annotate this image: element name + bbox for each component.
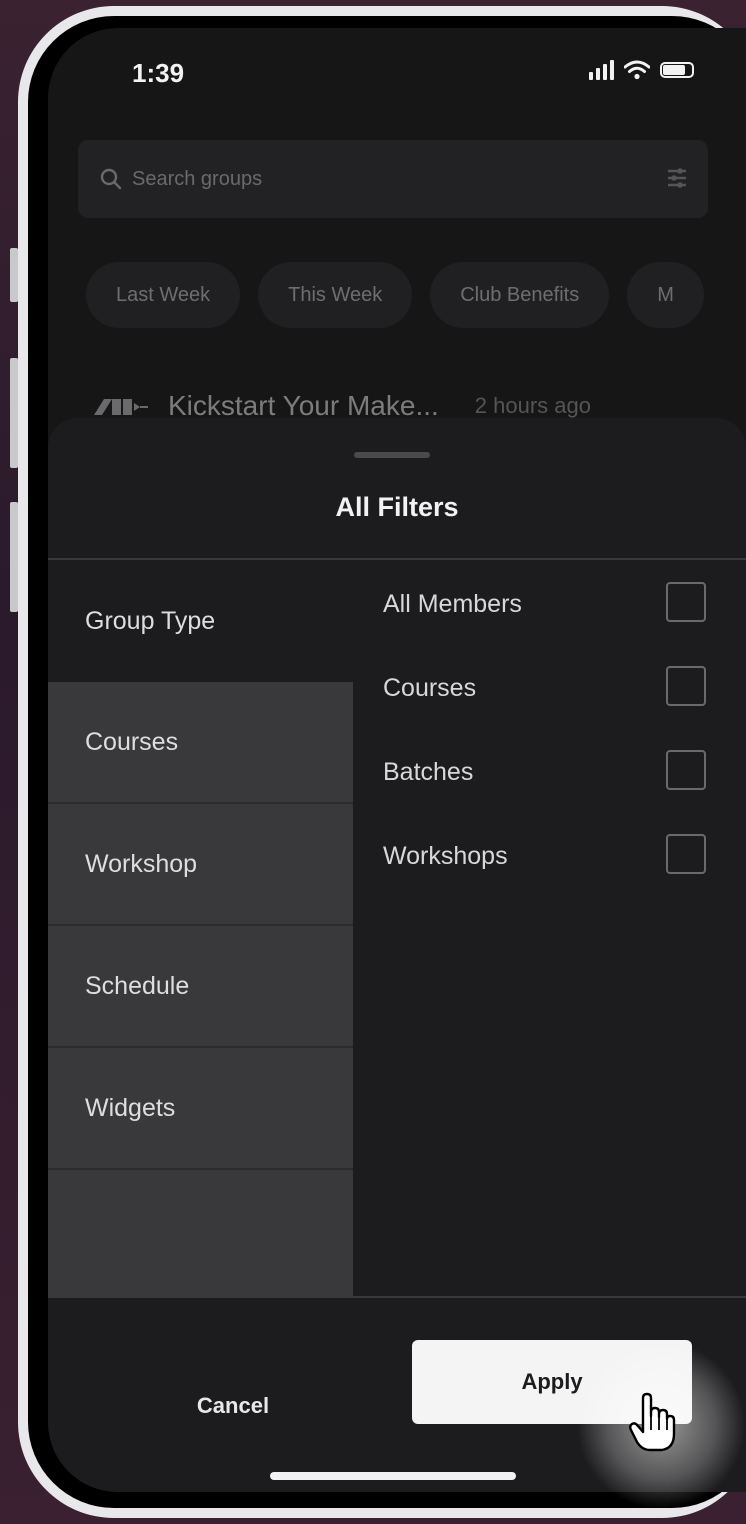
filter-sheet: All Filters Group Type Courses Workshop …: [48, 418, 746, 1492]
option-label: Courses: [383, 674, 477, 702]
filter-icon[interactable]: [666, 166, 688, 190]
option-label: Workshops: [383, 842, 508, 870]
category-workshop[interactable]: Workshop: [48, 804, 353, 926]
option-label: All Members: [383, 590, 522, 618]
wifi-icon: [624, 60, 650, 80]
category-list: Group Type Courses Workshop Schedule Wid…: [48, 560, 353, 1296]
chip-club-benefits[interactable]: Club Benefits: [430, 262, 610, 328]
chip-row: Last Week This Week Club Benefits M: [86, 262, 704, 328]
option-list: All Members Courses Batches Workshops: [353, 560, 746, 1296]
volume-up-button: [10, 358, 18, 468]
chip-last-week[interactable]: Last Week: [86, 262, 241, 328]
option-checkbox[interactable]: [666, 582, 706, 622]
home-indicator[interactable]: [270, 1472, 516, 1480]
category-courses[interactable]: Courses: [48, 682, 353, 804]
silent-switch: [10, 248, 18, 302]
search-icon: [100, 168, 122, 190]
option-checkbox[interactable]: [666, 750, 706, 790]
category-widgets[interactable]: Widgets: [48, 1048, 353, 1170]
volume-down-button: [10, 502, 18, 612]
status-icons: [589, 60, 694, 80]
cancel-button[interactable]: Cancel: [108, 1364, 358, 1448]
status-time: 1:39: [132, 58, 185, 88]
option-checkbox[interactable]: [666, 666, 706, 706]
chip-more[interactable]: M: [627, 262, 704, 328]
drag-handle[interactable]: [354, 452, 430, 458]
option-checkbox[interactable]: [666, 834, 706, 874]
group-logo-icon: [94, 399, 148, 415]
option-row[interactable]: All Members: [353, 560, 746, 644]
battery-icon: [660, 62, 694, 78]
chip-this-week[interactable]: This Week: [258, 262, 413, 328]
search-input[interactable]: [130, 166, 614, 192]
category-schedule[interactable]: Schedule: [48, 926, 353, 1048]
sheet-title: All Filters: [335, 492, 459, 522]
option-label: Batches: [383, 758, 474, 786]
hand-cursor-icon: [629, 1392, 676, 1452]
search-bar: [78, 140, 708, 218]
option-row[interactable]: Workshops: [353, 812, 746, 896]
category-group-type[interactable]: Group Type: [48, 560, 353, 682]
option-row[interactable]: Courses: [353, 644, 746, 728]
divider: [48, 1296, 746, 1298]
screen: 1:39 Last Week This Week Club Benefit: [48, 28, 746, 1492]
group-time: 2 hours ago: [474, 393, 591, 418]
option-row[interactable]: Batches: [353, 728, 746, 812]
signal-icon: [589, 60, 614, 80]
